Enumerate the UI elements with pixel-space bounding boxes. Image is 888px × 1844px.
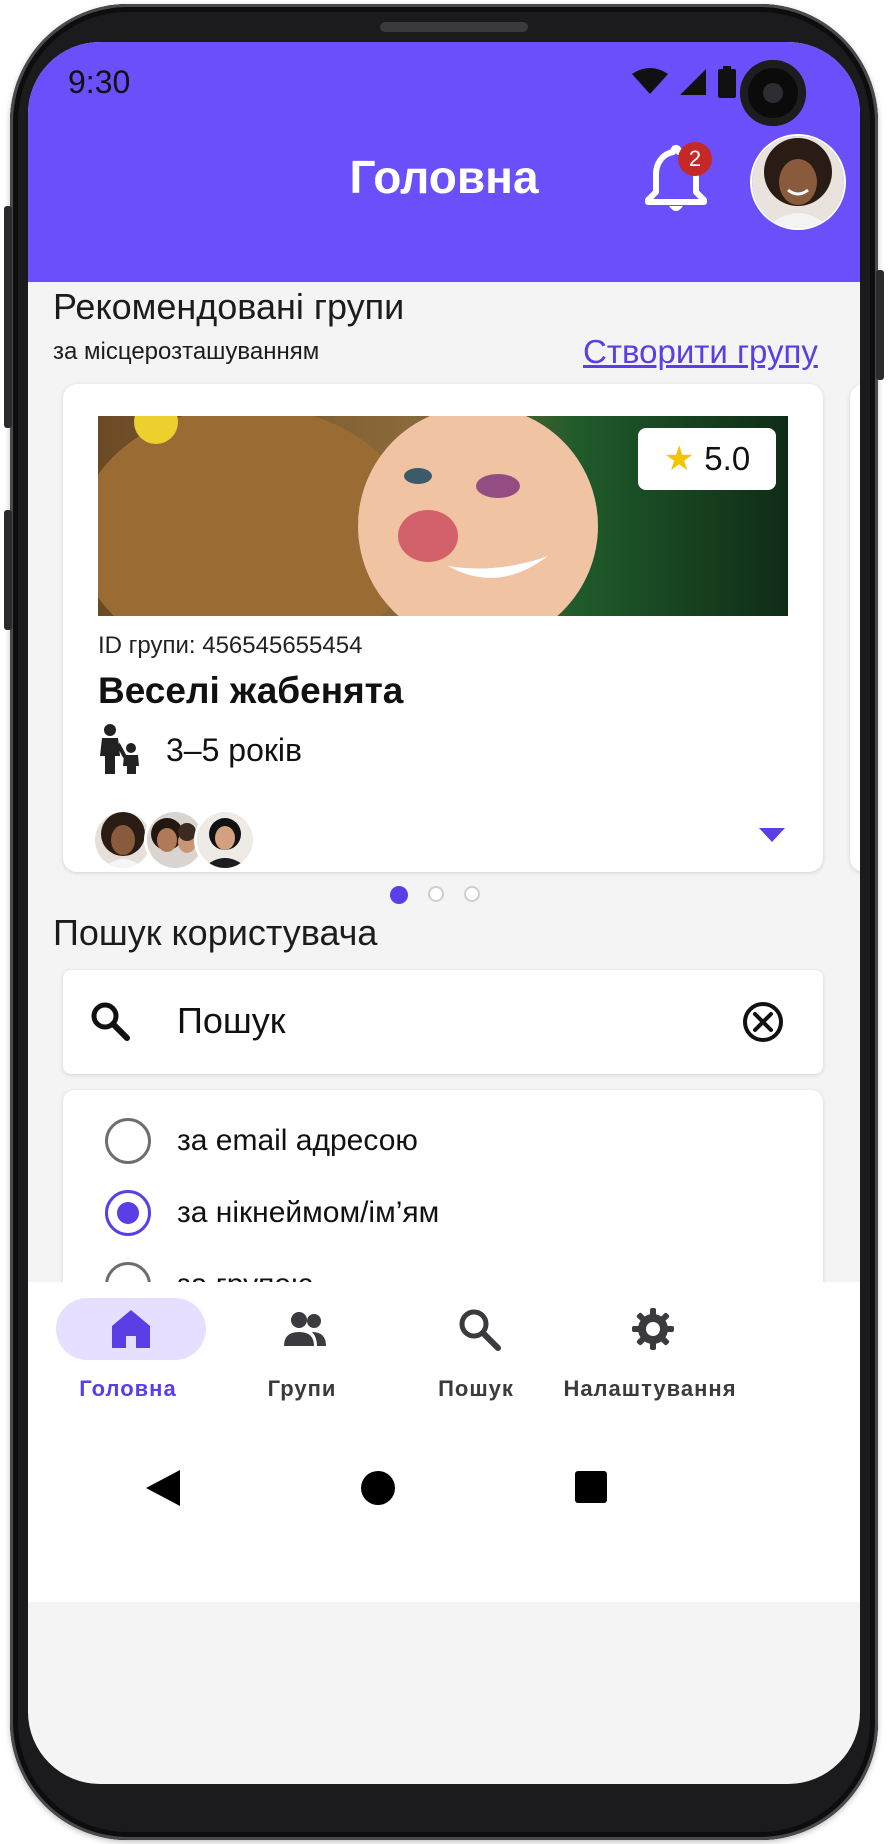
bottom-navigation: Головна Групи Пошук Налаштування bbox=[28, 1282, 860, 1442]
status-time: 9:30 bbox=[68, 64, 131, 100]
nav-item-groups[interactable]: Групи bbox=[202, 1282, 402, 1422]
chevron-down-icon[interactable] bbox=[759, 828, 785, 844]
radio-option-nickname[interactable]: за нікнеймом/ім’ям bbox=[105, 1190, 439, 1236]
clear-icon[interactable] bbox=[741, 1000, 785, 1044]
rating-value: 5.0 bbox=[704, 440, 751, 477]
app-header: 9:30 Головна 2 bbox=[28, 42, 860, 282]
member-avatar bbox=[197, 812, 253, 868]
gear-icon bbox=[632, 1308, 674, 1350]
signal-icon bbox=[680, 69, 706, 95]
back-icon[interactable] bbox=[146, 1470, 180, 1506]
volume-button bbox=[4, 206, 12, 428]
age-range: 3–5 років bbox=[166, 732, 302, 768]
group-card[interactable]: ★ 5.0 ID групи: 456545655454 Веселі жабе… bbox=[63, 384, 823, 872]
nav-item-search[interactable]: Пошук bbox=[376, 1282, 576, 1422]
rating-badge: ★ 5.0 bbox=[638, 428, 776, 490]
nav-label: Налаштування bbox=[563, 1376, 737, 1401]
carousel-dot[interactable] bbox=[428, 886, 444, 902]
recents-icon[interactable] bbox=[574, 1470, 608, 1504]
carousel-dot[interactable] bbox=[390, 886, 408, 904]
user-avatar[interactable] bbox=[752, 136, 844, 228]
avatar-image bbox=[752, 136, 844, 228]
nav-label: Головна bbox=[79, 1376, 177, 1401]
wifi-icon bbox=[632, 68, 668, 94]
create-group-link[interactable]: Створити групу bbox=[583, 333, 818, 371]
battery-icon bbox=[718, 66, 736, 98]
star-icon: ★ bbox=[663, 440, 695, 478]
member-avatar bbox=[147, 812, 203, 868]
recommended-title: Рекомендовані групи bbox=[53, 286, 405, 327]
group-cover-image: ★ 5.0 bbox=[98, 416, 788, 616]
search-icon bbox=[91, 1002, 130, 1041]
home-icon bbox=[112, 1310, 150, 1348]
earpiece bbox=[380, 22, 528, 32]
carousel-indicator bbox=[390, 886, 480, 904]
recommended-subtitle: за місцерозташуванням bbox=[53, 338, 320, 365]
member-avatar bbox=[95, 812, 151, 868]
radio-label: за нікнеймом/ім’ям bbox=[177, 1196, 440, 1229]
radio-button[interactable] bbox=[105, 1118, 151, 1164]
search-input[interactable]: Пошук bbox=[63, 970, 823, 1074]
nav-label: Пошук bbox=[438, 1376, 514, 1401]
next-group-card[interactable] bbox=[850, 384, 860, 872]
side-button bbox=[4, 510, 12, 630]
group-id: ID групи: 456545655454 bbox=[98, 632, 363, 659]
radio-option-email[interactable]: за email адресою bbox=[105, 1118, 418, 1164]
front-camera bbox=[740, 60, 806, 126]
home-circle-icon[interactable] bbox=[360, 1470, 396, 1506]
status-icons bbox=[632, 62, 736, 102]
search-query[interactable]: Пошук bbox=[177, 1000, 286, 1042]
radio-button[interactable] bbox=[105, 1190, 151, 1236]
power-button bbox=[876, 270, 884, 380]
radio-label: за email адресою bbox=[177, 1124, 418, 1157]
groups-icon bbox=[284, 1312, 326, 1346]
search-icon bbox=[459, 1309, 501, 1351]
group-name: Веселі жабенята bbox=[98, 670, 404, 711]
notification-badge: 2 bbox=[678, 142, 712, 176]
user-search-title: Пошук користувача bbox=[53, 912, 378, 953]
nav-item-home[interactable]: Головна bbox=[28, 1282, 228, 1422]
phone-screen: 9:30 Головна 2 Рекомендовані групи за мі… bbox=[28, 42, 860, 1784]
parent-child-icon bbox=[100, 724, 139, 774]
page-title: Головна bbox=[349, 151, 539, 203]
nav-label: Групи bbox=[267, 1376, 337, 1401]
nav-item-settings[interactable]: Налаштування bbox=[550, 1282, 750, 1422]
carousel-dot[interactable] bbox=[464, 886, 480, 902]
system-navigation-bar bbox=[28, 1442, 860, 1602]
